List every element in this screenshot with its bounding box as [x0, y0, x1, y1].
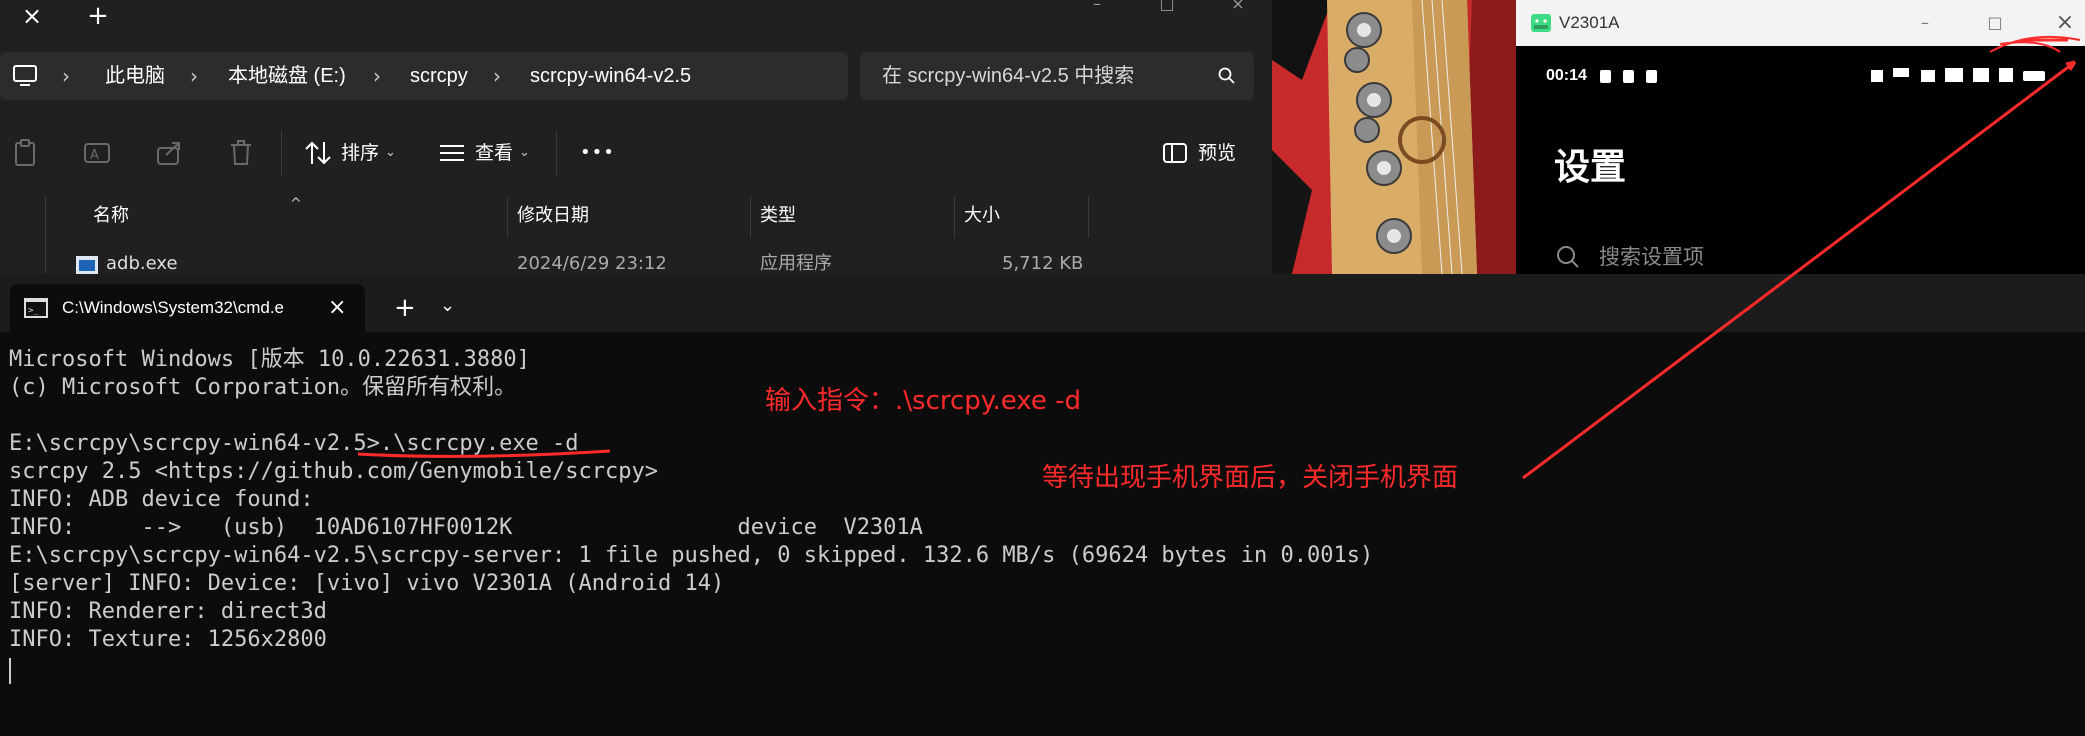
annotation-arrow — [1522, 60, 2076, 480]
command-underline — [357, 449, 611, 458]
annotation-overlay — [357, 35, 2081, 480]
